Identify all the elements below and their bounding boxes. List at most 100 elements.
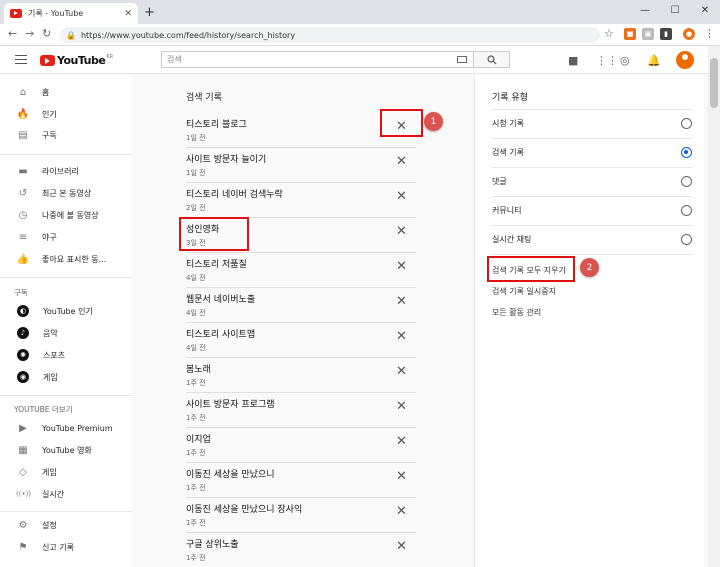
back-arrow-icon[interactable]: ← xyxy=(8,27,17,40)
remove-close-icon[interactable]: ✕ xyxy=(396,225,407,238)
browser-tab-bar: 기록 - YouTube ✕ + — ☐ ✕ xyxy=(0,0,720,24)
radio-button[interactable] xyxy=(681,234,692,245)
messages-icon[interactable]: ◎ xyxy=(620,54,630,67)
library-icon: ▬ xyxy=(18,165,28,177)
sidebar-item-premium[interactable]: ▶ YouTube Premium xyxy=(0,418,132,438)
keyboard-icon[interactable] xyxy=(457,56,467,63)
divider xyxy=(186,147,416,148)
page-title: 검색 기록 xyxy=(186,93,222,103)
history-type-live-chat[interactable]: 실시간 채팅 xyxy=(492,225,692,253)
list-item[interactable]: 봄노래 1주 전 ✕ xyxy=(186,362,416,396)
scrollbar-thumb[interactable] xyxy=(710,58,718,108)
remove-close-icon[interactable]: ✕ xyxy=(396,470,407,483)
forward-arrow-icon[interactable]: → xyxy=(25,27,34,40)
history-type-comments[interactable]: 댓글 xyxy=(492,167,692,195)
profile-icon[interactable]: ● xyxy=(683,28,695,40)
list-item[interactable]: 웹문서 네이버노출 4일 전 ✕ xyxy=(186,292,416,326)
playlist-icon: ≡ xyxy=(18,231,28,243)
history-type-search[interactable]: 검색 기록 xyxy=(492,138,692,166)
annotation-badge-2: 2 xyxy=(580,258,599,277)
remove-close-icon[interactable]: ✕ xyxy=(396,365,407,378)
remove-close-icon[interactable]: ✕ xyxy=(396,155,407,168)
radio-button[interactable] xyxy=(681,205,692,216)
tab-close-icon[interactable]: ✕ xyxy=(124,9,132,19)
radio-button[interactable] xyxy=(681,118,692,129)
pause-search-history-button[interactable]: 검색 기록 일시중지 xyxy=(492,286,556,297)
remove-close-icon[interactable]: ✕ xyxy=(396,330,407,343)
list-item[interactable]: 티스토리 네이버 검색누락 2일 전 ✕ xyxy=(186,187,416,221)
live-icon: ((•)) xyxy=(16,490,32,498)
history-type-watch[interactable]: 시청 기록 xyxy=(492,109,692,137)
sidebar-item-youtube-popular[interactable]: ◐ YouTube 인기 xyxy=(0,301,132,321)
history-type-community[interactable]: 커뮤니티 xyxy=(492,196,692,224)
subscriptions-icon: ▤ xyxy=(18,129,28,141)
divider xyxy=(186,427,416,428)
extension-2-icon[interactable]: ▣ xyxy=(642,28,654,40)
sidebar-item-watch-later[interactable]: ◷ 나중에 볼 동영상 xyxy=(0,205,132,225)
divider xyxy=(186,182,416,183)
radio-button-selected[interactable] xyxy=(681,147,692,158)
create-video-icon[interactable]: ■ xyxy=(568,54,578,67)
minimize-button[interactable]: — xyxy=(630,0,660,20)
remove-close-icon[interactable]: ✕ xyxy=(396,400,407,413)
list-item[interactable]: 티스토리 저품질 4일 전 ✕ xyxy=(186,257,416,291)
list-item[interactable]: 티스토리 사이트맵 4일 전 ✕ xyxy=(186,327,416,361)
maximize-button[interactable]: ☐ xyxy=(660,0,690,20)
extension-3-icon[interactable]: ▮ xyxy=(660,28,672,40)
divider xyxy=(186,497,416,498)
sidebar-item-movies[interactable]: ▦ YouTube 영화 xyxy=(0,440,132,460)
search-button[interactable] xyxy=(474,51,510,68)
sidebar-item-music[interactable]: ♪ 음악 xyxy=(0,323,132,343)
annotation-highlight-clear-all xyxy=(487,256,575,282)
manage-all-activity-link[interactable]: 모든 활동 관리 xyxy=(492,307,541,318)
remove-close-icon[interactable]: ✕ xyxy=(396,260,407,273)
annotation-badge-1: 1 xyxy=(424,112,443,131)
gear-icon: ⚙ xyxy=(18,519,28,531)
reload-icon[interactable]: ↻ xyxy=(42,27,51,40)
list-item[interactable]: 이동진 세상을 만났으니 장사익 1주 전 ✕ xyxy=(186,502,416,536)
sidebar-item-subscriptions[interactable]: ▤ 구독 xyxy=(0,125,132,145)
apps-grid-icon[interactable]: ⋮⋮ xyxy=(596,54,618,67)
sidebar-item-gaming[interactable]: ◇ 게임 xyxy=(0,462,132,482)
search-input[interactable]: 검색 xyxy=(161,51,474,68)
scrollbar[interactable] xyxy=(708,46,720,567)
hamburger-menu-icon[interactable] xyxy=(15,55,27,64)
flag-icon: ⚑ xyxy=(18,541,28,553)
divider xyxy=(186,357,416,358)
sidebar-item-playlist[interactable]: ≡ 야구 xyxy=(0,227,132,247)
url-field[interactable]: 🔒 https://www.youtube.com/feed/history/s… xyxy=(60,27,600,43)
list-item[interactable]: 구글 상위노출 1주 전 ✕ xyxy=(186,537,416,567)
sidebar-item-gaming-channel[interactable]: ◉ 게임 xyxy=(0,367,132,387)
remove-close-icon[interactable]: ✕ xyxy=(396,540,407,553)
sidebar-item-report-history[interactable]: ⚑ 신고 기록 xyxy=(0,537,132,557)
window-close-button[interactable]: ✕ xyxy=(690,0,720,20)
sidebar-item-history[interactable]: ↺ 최근 본 동영상 xyxy=(0,183,132,203)
remove-close-icon[interactable]: ✕ xyxy=(396,505,407,518)
gamepad-icon: ◇ xyxy=(19,466,27,478)
flame-icon: 🔥 xyxy=(16,108,30,120)
youtube-logo[interactable]: YouTube KR xyxy=(40,54,113,67)
sidebar-item-library[interactable]: ▬ 라이브러리 xyxy=(0,161,132,181)
extension-1-icon[interactable]: ■ xyxy=(624,28,636,40)
sidebar-item-trending[interactable]: 🔥 인기 xyxy=(0,104,132,124)
list-item[interactable]: 이지업 1주 전 ✕ xyxy=(186,432,416,466)
radio-button[interactable] xyxy=(681,176,692,187)
search-placeholder: 검색 xyxy=(167,55,182,64)
avatar[interactable] xyxy=(676,51,694,69)
sidebar-item-home[interactable]: ⌂ 홈 xyxy=(0,82,132,102)
new-tab-button[interactable]: + xyxy=(144,5,155,20)
list-item[interactable]: 이동진 세상을 만났으니 1주 전 ✕ xyxy=(186,467,416,501)
remove-close-icon[interactable]: ✕ xyxy=(396,295,407,308)
bookmark-star-icon[interactable]: ☆ xyxy=(604,27,614,40)
list-item[interactable]: 사이트 방문자 프로그램 1주 전 ✕ xyxy=(186,397,416,431)
sidebar-item-sports[interactable]: ✺ 스포츠 xyxy=(0,345,132,365)
sidebar-item-live[interactable]: ((•)) 실시간 xyxy=(0,484,132,504)
list-item[interactable]: 사이트 방문자 늘이기 1일 전 ✕ xyxy=(186,152,416,186)
notification-bell-icon[interactable]: 🔔 xyxy=(647,54,661,67)
browser-menu-icon[interactable]: ⋮ xyxy=(704,27,715,40)
sidebar-item-liked[interactable]: 👍 좋아요 표시한 동... xyxy=(0,249,132,269)
remove-close-icon[interactable]: ✕ xyxy=(396,190,407,203)
remove-close-icon[interactable]: ✕ xyxy=(396,435,407,448)
browser-tab[interactable]: 기록 - YouTube ✕ xyxy=(4,3,138,24)
sidebar-item-settings[interactable]: ⚙ 설정 xyxy=(0,515,132,535)
